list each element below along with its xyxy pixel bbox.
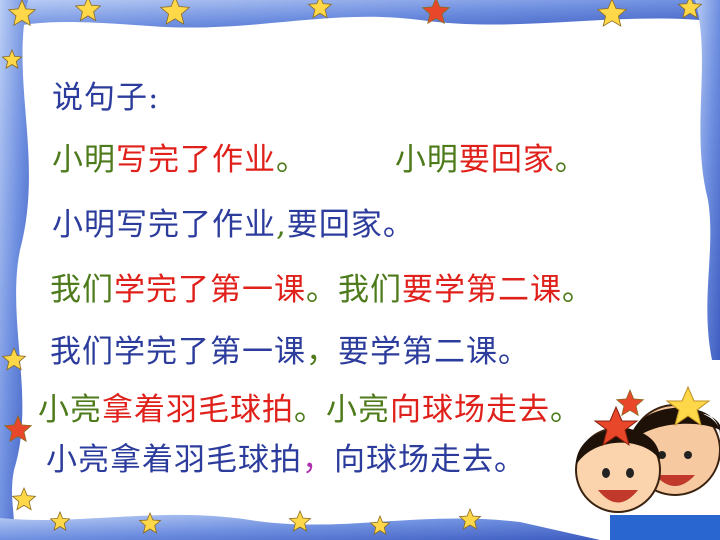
text-segment: 。 (562, 272, 594, 308)
text-segment: 向球场走去。 (334, 442, 526, 478)
text-segment: 拿着羽毛球拍 (102, 392, 294, 428)
row-women-pair: 我们学完了第一课。我们要学第二课。 (50, 270, 594, 310)
row-xiaoming-combined: 小明写完了作业,要回家。 (52, 205, 415, 245)
text-segment: 小亮拿着羽毛球拍 (46, 442, 302, 478)
text-segment: 小明 (394, 142, 459, 178)
text-segment: 小明写完了作业 (52, 207, 276, 243)
text-segment: ， (306, 334, 338, 370)
text-segment: 小亮 (38, 392, 102, 428)
left-swirl (0, 0, 29, 540)
cartoon-kids-image (575, 385, 720, 540)
text-segment: , (276, 207, 287, 243)
text-segment: 要学第二课。 (338, 334, 530, 370)
text-segment: ， (302, 442, 334, 478)
text-segment: 学完了第一课 (114, 272, 306, 308)
star-icon (11, 486, 37, 511)
right-swirl (695, 0, 720, 360)
text-segment: 我们学完了第一课 (50, 334, 306, 370)
text-segment: 我们 (50, 272, 114, 308)
text-segment: 要回家 (458, 142, 555, 178)
heading-say-sentences: 说句子: (52, 78, 159, 118)
text-segment: 。小亮 (294, 392, 390, 428)
text-segment: 要学第二课 (402, 272, 562, 308)
row-women-combined: 我们学完了第一课，要学第二课。 (50, 332, 530, 372)
text-segment: 。 (276, 142, 395, 178)
text-segment: 要回家。 (286, 207, 415, 243)
text-segment: 说句子: (52, 80, 160, 116)
text-segment: 向球场走去 (390, 392, 550, 428)
row-xiaoliang-combined: 小亮拿着羽毛球拍，向球场走去。 (46, 440, 526, 480)
text-segment: 写完了作业 (116, 142, 276, 178)
text-segment: 小明 (52, 142, 116, 178)
row-xiaoliang-pair: 小亮拿着羽毛球拍。小亮向球场走去。 (38, 390, 582, 430)
row-xiaoming-pair: 小明写完了作业。 小明要回家。 (52, 140, 587, 180)
text-segment: 。我们 (306, 272, 402, 308)
text-segment: 。 (554, 142, 587, 178)
